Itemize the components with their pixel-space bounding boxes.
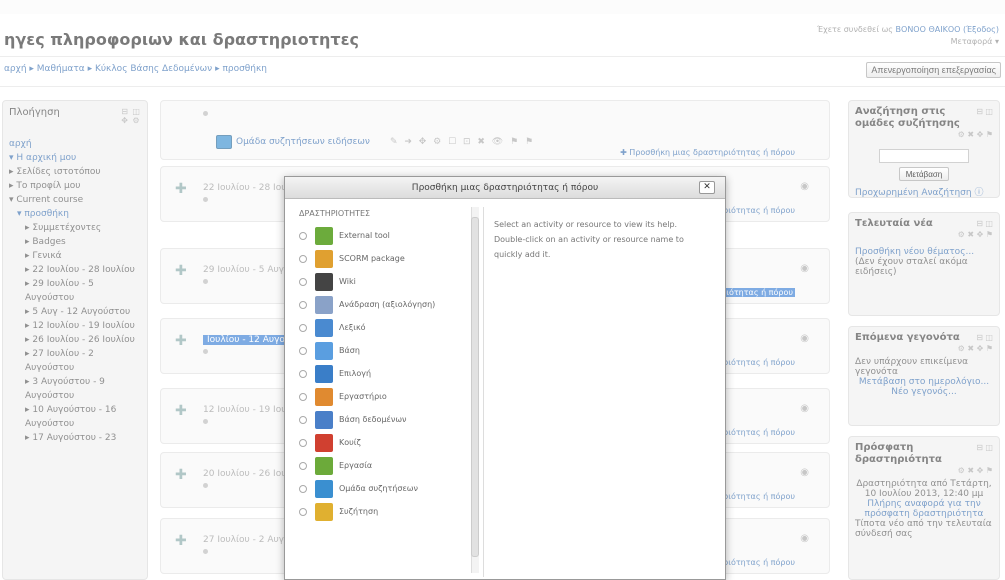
activity-option-label: Ανάδραση (αξιολόγηση) [339,300,436,309]
activity-option-label: Εργασία [339,461,373,470]
quiz-icon [315,433,333,452]
help-text-2: Double-click on an activity or resource … [494,235,684,259]
activity-option[interactable]: Επιλογή [293,362,471,385]
radio-button[interactable] [299,392,307,401]
wiki-icon [315,272,333,291]
radio-button[interactable] [299,507,307,516]
activity-option-label: Κουίζ [339,438,361,447]
help-text-1: Select an activity or resource to view i… [494,220,678,229]
activity-option[interactable]: Ανάδραση (αξιολόγηση) [293,293,471,316]
activity-option-label: Επιλογή [339,369,372,378]
radio-button[interactable] [299,346,307,355]
close-icon[interactable]: ✕ [699,181,715,194]
feedback-icon [315,295,333,314]
activity-option-label: Wiki [339,277,356,286]
radio-button[interactable] [299,323,307,332]
glossary-icon [315,318,333,337]
activity-option-label: Ομάδα συζητήσεων [339,484,418,493]
activity-option-label: Λεξικό [339,323,366,332]
dialog-title: Προσθήκη μιας δραστηριότητας ή πόρου [411,183,599,193]
activity-option[interactable]: Βάση [293,339,471,362]
activity-option[interactable]: Wiki [293,270,471,293]
dialog-header: Προσθήκη μιας δραστηριότητας ή πόρου ✕ [285,177,725,199]
activity-option[interactable]: Συζήτηση [293,500,471,523]
activity-option-label: SCORM package [339,254,405,263]
radio-button[interactable] [299,415,307,424]
activity-option-label: Συζήτηση [339,507,379,516]
activity-option[interactable]: Λεξικό [293,316,471,339]
chat-icon [315,502,333,521]
forum-icon [315,479,333,498]
choice-icon [315,364,333,383]
activity-option[interactable]: Εργασία [293,454,471,477]
activities-section-header: ΔΡΑΣΤΗΡΙΟΤΗΤΕΣ [299,209,371,218]
activity-options-list: ΔΡΑΣΤΗΡΙΟΤΗΤΕΣ External tool SCORM packag… [293,205,471,577]
db-icon [315,410,333,429]
scrollbar-thumb[interactable] [471,217,479,557]
activity-option[interactable]: Βάση δεδομένων [293,408,471,431]
activity-option-label: Βάση [339,346,360,355]
radio-button[interactable] [299,438,307,447]
activity-option-label: Εργαστήριο [339,392,387,401]
activity-option-label: External tool [339,231,390,240]
activity-option[interactable]: SCORM package [293,247,471,270]
scorm-icon [315,249,333,268]
radio-button[interactable] [299,369,307,378]
puzzle-icon [315,226,333,245]
activity-option[interactable]: Κουίζ [293,431,471,454]
workshop-icon [315,387,333,406]
radio-button[interactable] [299,231,307,240]
activity-option[interactable]: External tool [293,224,471,247]
radio-button[interactable] [299,254,307,263]
radio-button[interactable] [299,277,307,286]
database-icon [315,341,333,360]
activity-option[interactable]: Ομάδα συζητήσεων [293,477,471,500]
activity-option[interactable]: Εργαστήριο [293,385,471,408]
radio-button[interactable] [299,461,307,470]
help-pane: Select an activity or resource to view i… [483,207,719,577]
assignment-icon [315,456,333,475]
add-activity-dialog: Προσθήκη μιας δραστηριότητας ή πόρου ✕ Δ… [284,176,726,580]
radio-button[interactable] [299,300,307,309]
radio-button[interactable] [299,484,307,493]
activity-option-label: Βάση δεδομένων [339,415,407,424]
